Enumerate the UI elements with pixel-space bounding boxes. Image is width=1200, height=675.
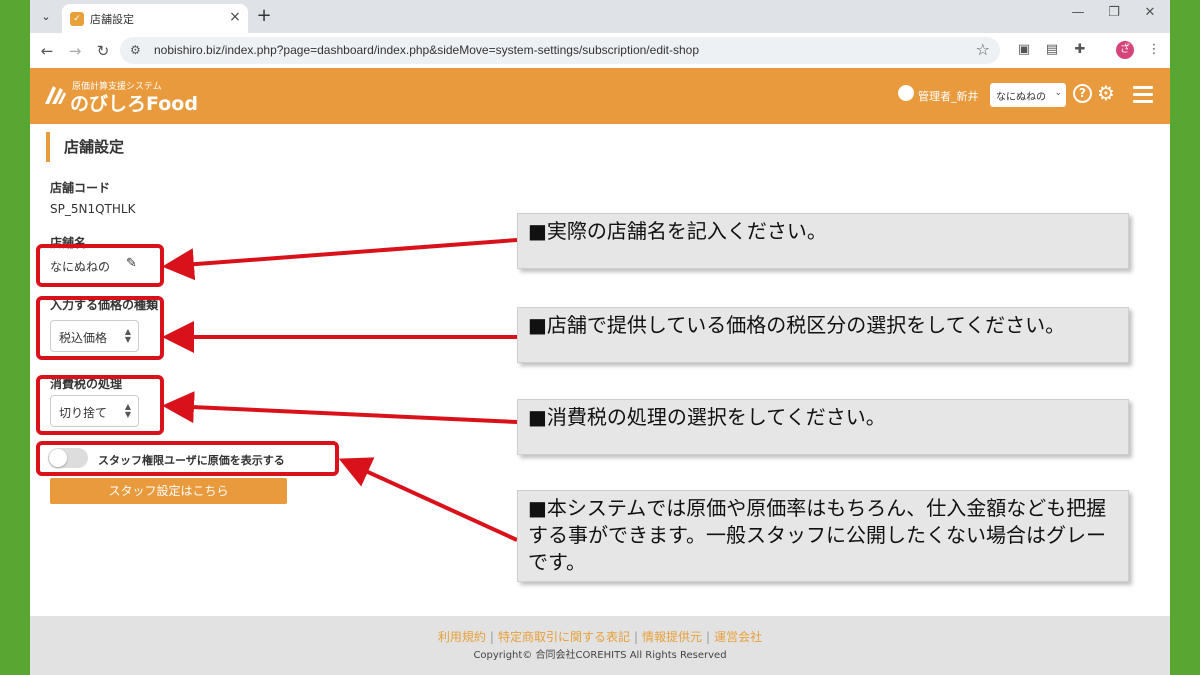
callout-shop-name: ■実際の店舗名を記入ください。 — [517, 213, 1129, 269]
footer-links: 利用規約 | 特定商取引に関する表記 | 情報提供元 | 運営会社 — [437, 630, 763, 644]
arrow-staff-toggle — [338, 457, 518, 542]
arrow-shop-name — [162, 238, 518, 281]
footer-link-company[interactable]: 運営会社 — [714, 630, 762, 644]
arrow-tax-rounding — [162, 391, 518, 424]
callout-staff-toggle: ■本システムでは原価や原価率はもちろん、仕入金額なども把握する事ができます。一般… — [517, 490, 1129, 582]
footer: 利用規約 | 特定商取引に関する表記 | 情報提供元 | 運営会社 Copyright© 合… — [30, 616, 1170, 675]
footer-link-commerce[interactable]: 特定商取引に関する表記 — [498, 630, 630, 644]
copyright: Copyright© 合同会社COREHITS All Rights Reser… — [473, 650, 727, 661]
callout-price-type: ■店舗で提供している価格の税区分の選択をしてください。 — [517, 307, 1129, 363]
footer-link-terms[interactable]: 利用規約 — [438, 630, 486, 644]
footer-link-sources[interactable]: 情報提供元 — [642, 630, 702, 644]
callout-tax-rounding: ■消費税の処理の選択をしてください。 — [517, 399, 1129, 455]
browser-window: ⌄ ✓ 店舗設定 × + — ❐ ✕ ← → ↻ ⚙ nobishiro.biz… — [30, 0, 1170, 675]
